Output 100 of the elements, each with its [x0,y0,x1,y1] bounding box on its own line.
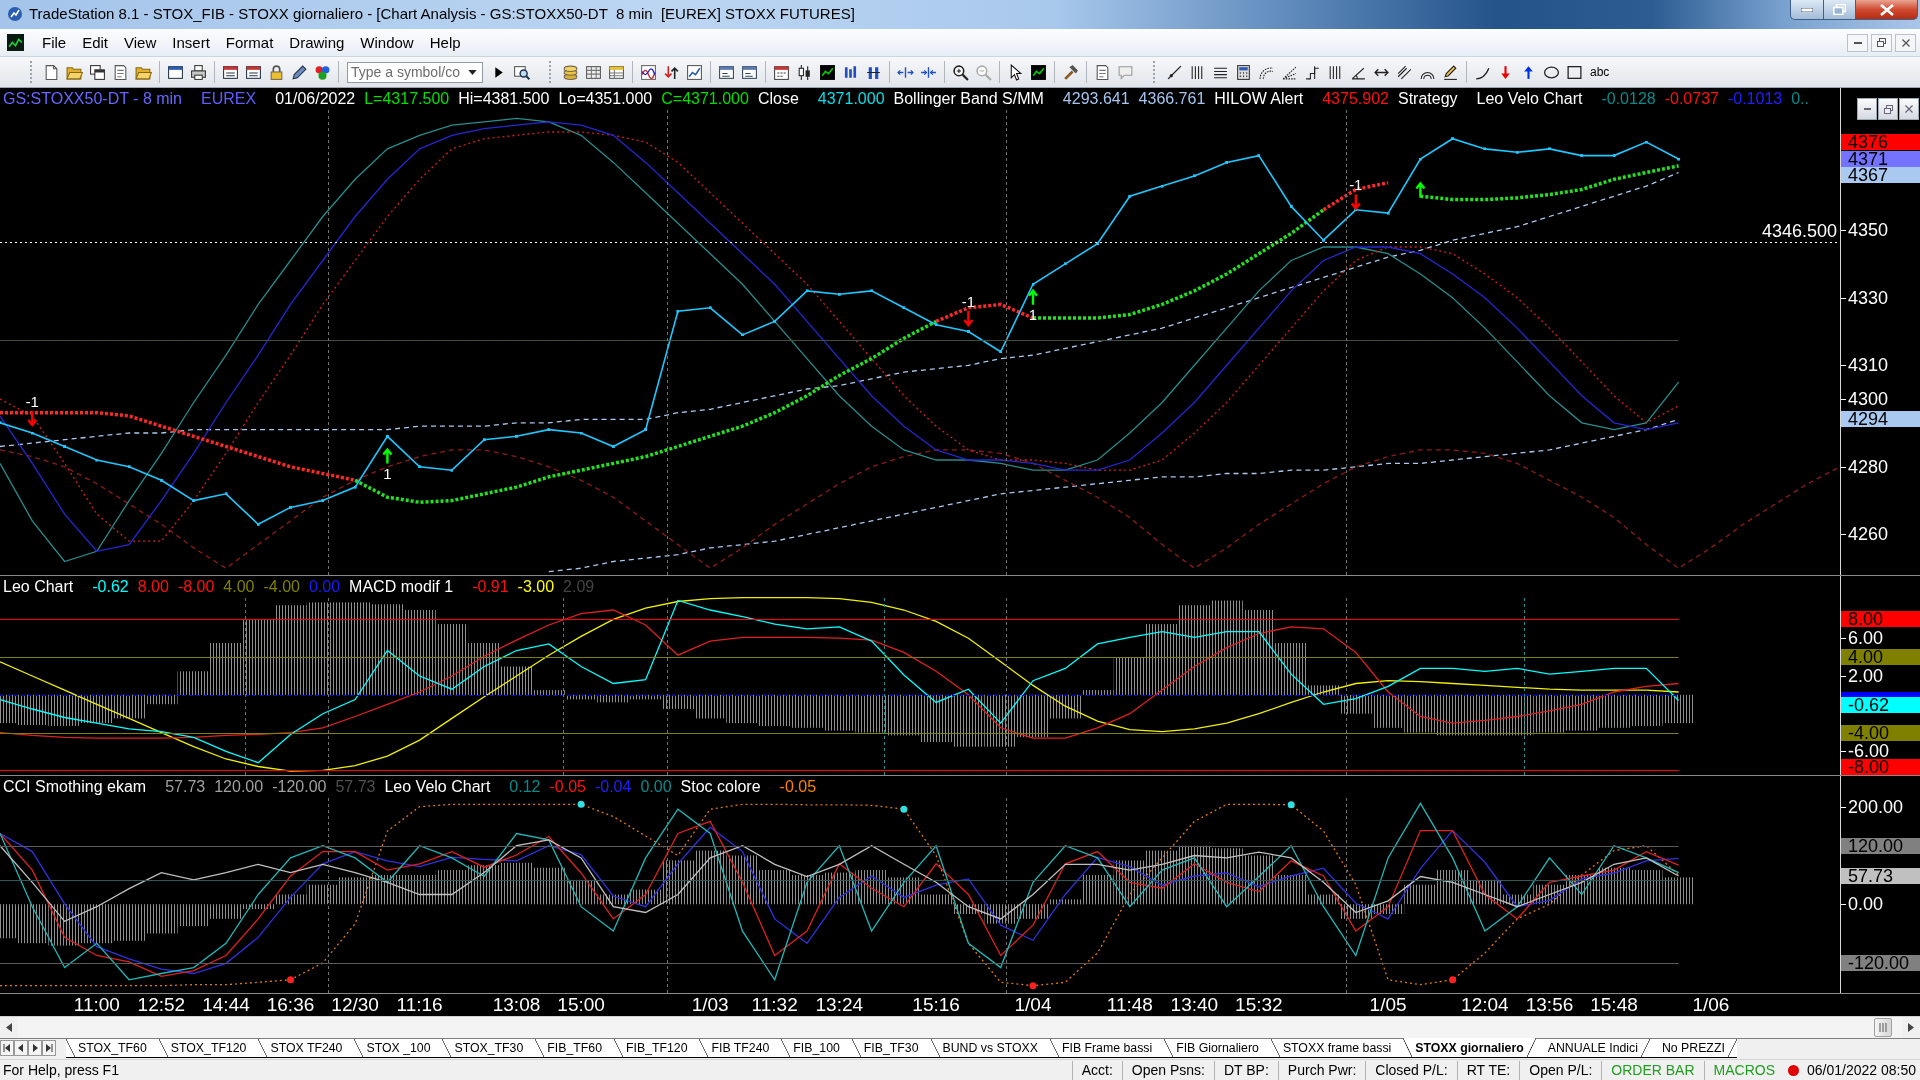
rectangle-icon[interactable] [1566,63,1583,81]
first-tab-icon[interactable] [0,1040,14,1056]
time-label: 15:48 [1590,994,1638,1016]
value-marker: 8.00 [1841,611,1920,628]
document-icon[interactable] [1094,63,1111,81]
monitor-chart-icon[interactable] [1030,63,1047,81]
value-marker: 4.00 [1841,649,1920,666]
stacked-windows-icon[interactable] [89,63,106,81]
menu-item[interactable]: View [116,34,165,51]
window-list-icon[interactable] [222,63,239,81]
menu-item[interactable]: Edit [74,34,117,51]
sheet-tab[interactable]: No PREZZI [1649,1039,1737,1058]
calendar-icon[interactable] [773,63,790,81]
document-icon[interactable] [112,63,129,81]
scrollbar-thumb[interactable] [1874,1018,1892,1037]
menu-item[interactable]: Drawing [281,34,353,51]
monitor-chart-icon[interactable] [819,63,836,81]
sheet-tab[interactable]: STOX_TF30 [442,1039,536,1058]
menu-item[interactable]: Format [217,34,282,51]
signal-label: 1 [383,465,392,483]
sheet-tab[interactable]: STOXX giornaliero [1403,1038,1536,1058]
symbol-field[interactable]: Type a symbol/co [347,61,483,83]
sheet-tab[interactable]: STOX_TF60 [66,1039,159,1058]
sheet-tab[interactable]: STOX TF240 [258,1039,355,1058]
sheet-tab[interactable]: FIB_TF120 [613,1039,700,1058]
sheet-tab[interactable]: FIB Giornaliero [1164,1039,1271,1058]
grid-icon[interactable] [585,63,602,81]
candlestick-icon[interactable] [796,63,813,81]
coins-icon[interactable] [562,63,579,81]
close-button[interactable] [1899,98,1919,120]
sheet-tab[interactable]: FIB_TF60 [535,1039,614,1058]
indicator-value: L=4317.500 [364,89,450,109]
indicator-value: -4.00 [263,577,300,597]
sheet-tab[interactable]: ANNUALE Indici [1535,1039,1650,1058]
sheet-tab[interactable]: FIB TF240 [699,1039,782,1058]
menu-item[interactable]: Window [352,34,422,51]
help-text: For Help, press F1 [2,1062,120,1078]
table-icon[interactable] [608,63,625,81]
time-label: 11:48 [1106,994,1153,1016]
text-tool-button[interactable]: abc [1586,65,1614,79]
indicator-name: HILOW Alert [1214,89,1304,109]
menu-item[interactable]: Help [421,34,469,51]
indicator-value: 4375.902 [1322,89,1389,109]
up-down-arrows-icon[interactable] [663,63,680,81]
indicator-value: 120.00 [214,777,264,797]
page-icon[interactable] [43,63,60,81]
padlock-icon[interactable] [268,63,285,81]
wave-chart-icon[interactable] [640,63,657,81]
caret-icon [468,69,477,75]
grip-icon [1879,1023,1887,1032]
minimize-button[interactable] [1790,0,1824,20]
last-tab-icon[interactable] [42,1040,56,1056]
restore-button[interactable] [1871,33,1892,52]
window-icon[interactable] [167,63,184,81]
axis-label: -6.00 [1841,743,1890,760]
time-label: 11:16 [396,994,443,1016]
trendline-icon[interactable] [1166,63,1183,81]
calculator-icon[interactable] [1235,63,1252,81]
close-icon [1905,105,1913,113]
window-list-icon[interactable] [245,63,262,81]
sheet-tab[interactable]: FIB Frame bassi [1049,1039,1165,1058]
restore-button[interactable] [1878,98,1898,120]
indicator-value: -0.05 [549,777,586,797]
indicator-value: 4371.000 [817,89,885,109]
minimize-button[interactable] [1847,33,1868,52]
sheet-tab[interactable]: STOX_TF120 [158,1039,259,1058]
next-tab-icon[interactable] [28,1040,42,1056]
close-button[interactable] [1856,0,1918,20]
previous-tab-icon[interactable] [14,1040,28,1056]
indicator-value: Lo=4351.000 [558,89,653,109]
window-icon[interactable] [718,63,735,81]
printer-icon[interactable] [190,63,207,81]
line-chart-icon[interactable] [686,63,703,81]
time-label: 1/04 [1014,994,1052,1016]
time-label: 11:32 [751,994,798,1016]
time-label: 15:32 [1235,994,1283,1016]
indicator-value: Hi=4381.500 [458,89,550,109]
pencil-icon[interactable] [291,63,308,81]
sheet-tab[interactable]: FIB_100 [781,1039,852,1058]
step-lines-icon[interactable] [1304,63,1321,81]
window-icon[interactable] [741,63,758,81]
minimize-button[interactable] [1857,98,1877,120]
hammer-icon[interactable] [1062,63,1079,81]
restore-button[interactable] [1824,0,1856,20]
colored-balls-icon[interactable] [314,63,331,81]
sheet-tab[interactable]: FIB_TF30 [851,1039,931,1058]
time-label: 15:16 [912,994,960,1016]
bars-icon[interactable] [842,63,859,81]
menu-item[interactable]: Insert [164,34,218,51]
magnifier-icon[interactable] [513,63,530,81]
menu-item[interactable]: File [34,34,75,51]
sheet-tab[interactable]: STOX _100 [354,1039,443,1058]
sheet-tab[interactable]: STOXX frame bassi [1270,1039,1404,1058]
sheet-tab[interactable]: BUND vs STOXX [930,1039,1050,1058]
parallel-lines-icon[interactable] [1396,63,1413,81]
indicator-value: 0.12 [509,777,541,797]
app-icon [7,6,23,22]
close-button[interactable] [1895,33,1916,52]
zoom-in-icon[interactable] [952,63,969,81]
pencil-icon[interactable] [1442,63,1459,81]
